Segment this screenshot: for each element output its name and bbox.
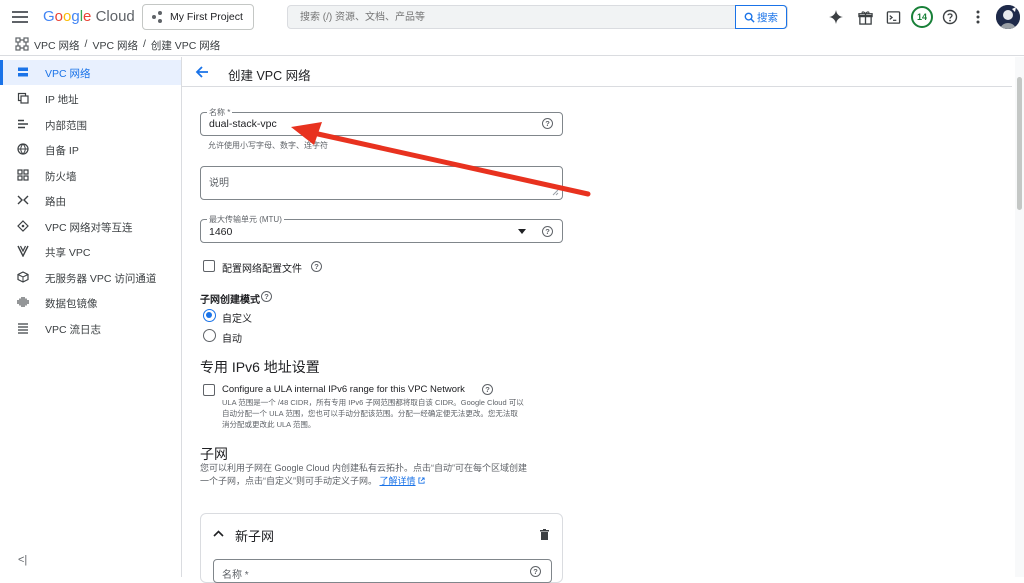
firewall-icon xyxy=(17,169,29,181)
subnet-section-title: 子网 xyxy=(200,446,228,462)
more-vert-icon[interactable] xyxy=(968,7,988,27)
description-field[interactable]: 说明 xyxy=(200,166,563,200)
sidebar-item-ip-addresses[interactable]: IP 地址 xyxy=(0,86,181,111)
subnet-mode-title: 子网创建模式 xyxy=(200,295,260,306)
sidebar-item-packet-mirroring[interactable]: 数据包镜像 xyxy=(0,290,181,315)
serverless-icon xyxy=(17,271,29,283)
vpc-network-product-icon xyxy=(15,37,29,51)
new-subnet-card: 新子网 名称 * ? xyxy=(200,513,563,583)
ula-checkbox[interactable] xyxy=(203,384,215,396)
packet-mirroring-icon xyxy=(17,297,29,307)
sidebar-item-flow-logs[interactable]: VPC 流日志 xyxy=(0,316,181,341)
route-icon xyxy=(17,195,29,205)
ip-address-icon xyxy=(17,92,29,104)
project-name: My First Project xyxy=(170,11,243,23)
sidebar-item-firewall[interactable]: 防火墙 xyxy=(0,163,181,188)
subnet-mode-auto-label: 自动 xyxy=(222,334,242,345)
dropdown-arrow-icon[interactable] xyxy=(518,229,526,234)
network-profile-checkbox[interactable] xyxy=(203,260,215,272)
mtu-value: 1460 xyxy=(209,226,233,238)
flow-logs-icon xyxy=(18,323,28,334)
breadcrumb-vpc-network[interactable]: VPC 网络 xyxy=(34,38,80,53)
ipv6-section-title: 专用 IPv6 地址设置 xyxy=(200,359,320,375)
resize-handle-icon[interactable] xyxy=(552,189,559,196)
top-bar: Google Cloud My First Project 搜索 14 xyxy=(0,0,1024,34)
help-icon[interactable]: ? xyxy=(542,226,553,237)
back-arrow-icon[interactable] xyxy=(195,65,209,79)
collapse-sidebar-button[interactable]: <| xyxy=(18,554,27,566)
user-avatar[interactable] xyxy=(996,5,1020,29)
name-field-value: dual-stack-vpc xyxy=(209,118,277,130)
name-field[interactable]: 名称 * dual-stack-vpc ? xyxy=(200,107,563,136)
globe-icon xyxy=(17,143,29,155)
mtu-label: 最大传输单元 (MTU) xyxy=(207,214,284,225)
sidebar-item-internal-ranges[interactable]: 内部范围 xyxy=(0,112,181,137)
sidebar-item-serverless-vpc-access[interactable]: 无服务器 VPC 访问通道 xyxy=(0,265,181,290)
learn-more-link[interactable]: 了解详情 xyxy=(380,476,416,486)
main-menu-icon[interactable] xyxy=(12,11,28,23)
peering-icon xyxy=(17,220,29,232)
search-input[interactable] xyxy=(300,9,720,25)
breadcrumb-separator: / xyxy=(142,38,146,50)
new-subnet-title: 新子网 xyxy=(235,529,275,544)
search-button[interactable]: 搜索 xyxy=(735,5,787,29)
page-scrollbar[interactable] xyxy=(1015,57,1024,577)
sidebar-item-vpc-peering[interactable]: VPC 网络对等互连 xyxy=(0,214,181,239)
sidebar-item-byoip[interactable]: 自备 IP xyxy=(0,137,181,162)
description-placeholder: 说明 xyxy=(209,178,229,189)
external-link-icon xyxy=(417,477,425,484)
page-header: 创建 VPC 网络 xyxy=(182,57,1012,87)
subnet-name-field[interactable]: 名称 * ? xyxy=(213,559,552,583)
sidebar-item-shared-vpc[interactable]: 共享 VPC xyxy=(0,239,181,264)
subnet-mode-auto-radio[interactable] xyxy=(203,329,216,342)
scrollbar-thumb[interactable] xyxy=(1017,77,1022,210)
breadcrumb-current: 创建 VPC 网络 xyxy=(150,40,221,52)
name-hint: 允许使用小写字母、数字、连字符 xyxy=(208,141,328,150)
sidebar-item-vpc-networks[interactable]: VPC 网络 xyxy=(0,60,181,85)
breadcrumb: VPC 网络 / VPC 网络 / 创建 VPC 网络 xyxy=(34,38,220,53)
project-icon xyxy=(152,11,164,23)
cloud-shell-icon[interactable] xyxy=(883,7,903,27)
breadcrumb-separator: / xyxy=(84,38,88,50)
help-icon[interactable] xyxy=(940,7,960,27)
delete-icon[interactable] xyxy=(540,529,549,540)
chevron-up-icon[interactable] xyxy=(213,530,224,537)
internal-range-icon xyxy=(18,119,28,129)
sidebar: VPC 网络 IP 地址 内部范围 自备 IP 防火墙 路由 VPC 网络对等互… xyxy=(0,57,182,577)
project-selector-button[interactable]: My First Project xyxy=(142,4,254,30)
help-icon[interactable]: ? xyxy=(482,384,493,395)
subnet-mode-custom-label: 自定义 xyxy=(222,314,252,325)
subnet-description: 您可以利用子网在 Google Cloud 内创建私有云拓扑。点击“自动”可在每… xyxy=(200,463,528,486)
gift-icon[interactable] xyxy=(855,7,875,27)
sidebar-item-routes[interactable]: 路由 xyxy=(0,188,181,213)
subnet-mode-custom-radio[interactable] xyxy=(203,309,216,322)
subnet-name-label: 名称 * xyxy=(222,570,249,581)
search-bar: 搜索 xyxy=(287,5,788,29)
breadcrumb-bar: VPC 网络 / VPC 网络 / 创建 VPC 网络 xyxy=(0,34,1024,56)
search-icon xyxy=(744,12,755,23)
ula-description: ULA 范围是一个 /48 CIDR，所有专用 IPv6 子网范围都将取自该 C… xyxy=(222,398,524,429)
help-icon[interactable]: ? xyxy=(542,118,553,129)
gemini-sparkle-icon[interactable] xyxy=(826,7,846,27)
network-profile-label: 配置网络配置文件 xyxy=(222,264,302,275)
ula-label: Configure a ULA internal IPv6 range for … xyxy=(222,384,465,395)
google-cloud-logo[interactable]: Google Cloud xyxy=(43,8,135,25)
vpc-icon xyxy=(18,67,28,77)
help-icon[interactable]: ? xyxy=(311,261,322,272)
help-icon[interactable]: ? xyxy=(261,291,272,302)
shared-vpc-icon xyxy=(17,245,29,257)
breadcrumb-vpc-network-list[interactable]: VPC 网络 xyxy=(92,38,138,53)
help-icon[interactable]: ? xyxy=(530,566,541,577)
name-field-label: 名称 * xyxy=(207,107,233,118)
mtu-select[interactable]: 最大传输单元 (MTU) 1460 ? xyxy=(200,214,563,243)
notifications-badge[interactable]: 14 xyxy=(911,6,933,28)
page-title: 创建 VPC 网络 xyxy=(228,69,311,83)
